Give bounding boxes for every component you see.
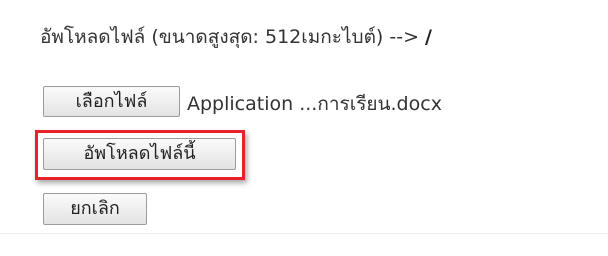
upload-header: อัพโหลดไฟล์ (ขนาดสูงสุด: 512เมกะไบต์) --… [40, 22, 432, 52]
upload-file-button[interactable]: อัพโหลดไฟล์นี้ [43, 138, 236, 170]
upload-header-text: อัพโหลดไฟล์ (ขนาดสูงสุด: 512เมกะไบต์) --… [40, 26, 420, 48]
upload-path: / [425, 26, 432, 48]
cancel-button[interactable]: ยกเลิก [43, 193, 147, 225]
choose-file-button[interactable]: เลือกไฟล์ [43, 86, 180, 117]
selected-file-name: Application ...การเรียน.docx [187, 93, 442, 115]
divider [0, 233, 608, 234]
